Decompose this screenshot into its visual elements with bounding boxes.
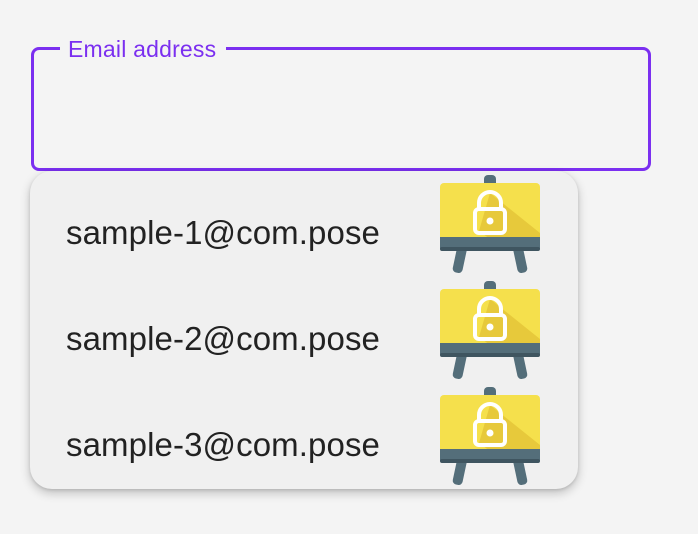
suggestion-item-1[interactable]: sample-1@com.pose — [30, 175, 578, 287]
email-field[interactable]: Email address — [31, 35, 651, 171]
lock-easel-icon — [440, 387, 540, 485]
lock-easel-icon — [440, 175, 540, 273]
screen: Email address sample-1@com.pose sample-2… — [0, 0, 698, 534]
suggestion-item-label: sample-3@com.pose — [66, 426, 380, 463]
suggestion-dropdown: sample-1@com.pose sample-2@com.pose samp… — [30, 171, 578, 489]
suggestion-item-label: sample-1@com.pose — [66, 214, 380, 251]
email-field-label: Email address — [60, 35, 227, 63]
suggestion-item-label: sample-2@com.pose — [66, 320, 380, 357]
lock-easel-icon — [440, 281, 540, 379]
suggestion-item-2[interactable]: sample-2@com.pose — [30, 281, 578, 393]
email-input[interactable] — [52, 80, 626, 138]
suggestion-item-3[interactable]: sample-3@com.pose — [30, 387, 578, 489]
